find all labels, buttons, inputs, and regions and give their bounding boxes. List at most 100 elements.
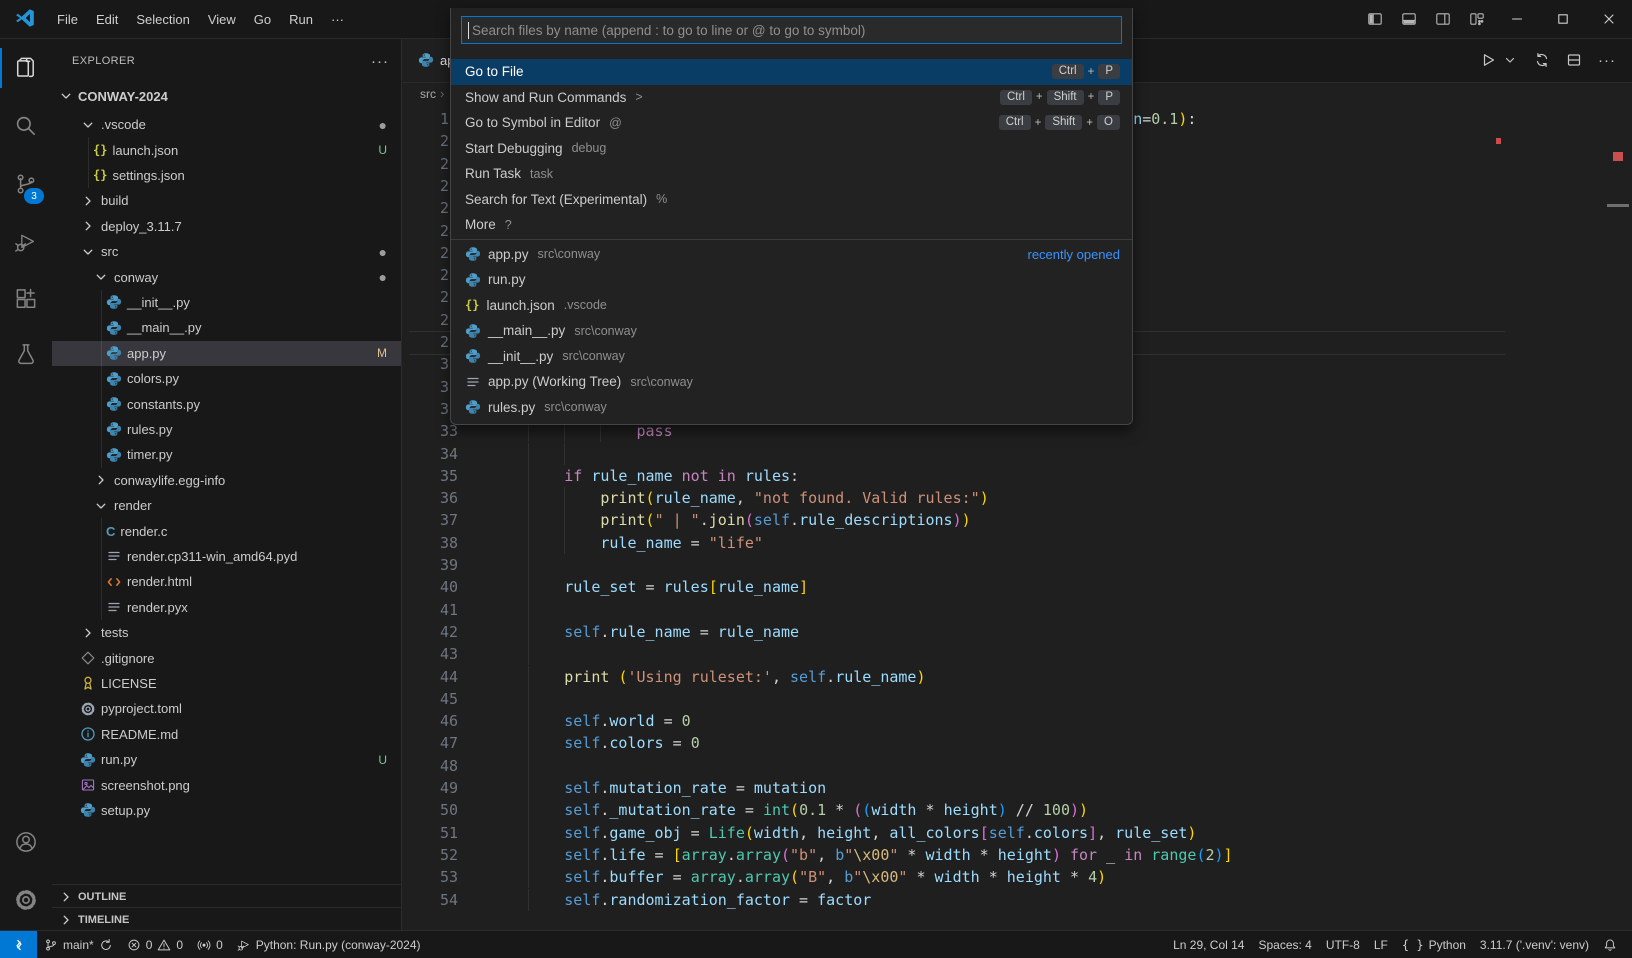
tree-item-constants-py[interactable]: constants.py xyxy=(52,391,401,416)
minimap[interactable] xyxy=(1505,38,1605,930)
statusbar-language-mode[interactable]: { }Python xyxy=(1395,931,1473,958)
activitybar-search[interactable] xyxy=(0,102,52,150)
menu-file[interactable]: File xyxy=(48,6,87,32)
tree-item-render-pyx[interactable]: render.pyx xyxy=(52,595,401,620)
code-line-44[interactable]: print ('Using ruleset:', self.rule_name) xyxy=(492,666,926,688)
palette-command-more[interactable]: More? xyxy=(451,212,1132,238)
tree-item-settings-json[interactable]: {}settings.json xyxy=(52,163,401,188)
code-line-38[interactable]: rule_name = "life" xyxy=(492,532,763,554)
statusbar-indentation[interactable]: Spaces: 4 xyxy=(1251,931,1318,958)
activitybar-source-control[interactable]: 3 xyxy=(0,160,52,208)
tree-item-src[interactable]: src● xyxy=(52,239,401,264)
tree-item-deploy-3-11-7[interactable]: deploy_3.11.7 xyxy=(52,214,401,239)
tree-item---main---py[interactable]: __main__.py xyxy=(52,315,401,340)
activitybar-settings[interactable] xyxy=(0,876,52,924)
explorer-more-actions-icon[interactable]: ··· xyxy=(371,53,389,70)
menu-view[interactable]: View xyxy=(199,6,245,32)
toggle-panel-icon[interactable] xyxy=(1392,0,1426,38)
tree-item-conwaylife-egg-info[interactable]: conwaylife.egg-info xyxy=(52,468,401,493)
code-line-49[interactable]: self.mutation_rate = mutation xyxy=(492,777,826,799)
toggle-secondary-sidebar-icon[interactable] xyxy=(1426,0,1460,38)
tree-item-render[interactable]: render xyxy=(52,493,401,518)
tree-item--vscode[interactable]: .vscode● xyxy=(52,112,401,137)
statusbar-debug-config-item[interactable]: Python: Run.py (conway-2024) xyxy=(230,931,428,958)
statusbar-remote-indicator[interactable] xyxy=(0,931,37,958)
run-icon[interactable] xyxy=(1480,52,1496,68)
code-line-47[interactable]: self.colors = 0 xyxy=(492,732,700,754)
statusbar-ports-item[interactable]: 0 xyxy=(190,931,230,958)
tree-item-render-cp311-win-amd64-pyd[interactable]: render.cp311-win_amd64.pyd xyxy=(52,544,401,569)
statusbar-problems-item[interactable]: 00 xyxy=(120,931,190,958)
palette-file-colors-py[interactable]: colors.pysrc\conway xyxy=(451,420,1132,425)
tree-item-run-py[interactable]: run.pyU xyxy=(52,747,401,772)
code-line-46[interactable]: self.world = 0 xyxy=(492,710,691,732)
quick-open-input[interactable] xyxy=(470,22,1115,39)
menu-edit[interactable]: Edit xyxy=(87,6,127,32)
statusbar-eol[interactable]: LF xyxy=(1367,931,1395,958)
statusbar-notifications[interactable] xyxy=(1596,931,1624,958)
tree-item-app-py[interactable]: app.pyM xyxy=(52,341,401,366)
code-line-42[interactable]: self.rule_name = rule_name xyxy=(492,621,799,643)
statusbar-encoding[interactable]: UTF-8 xyxy=(1319,931,1367,958)
customize-layout-icon[interactable] xyxy=(1460,0,1494,38)
palette-file-app-py[interactable]: app.pysrc\conwayrecently opened xyxy=(451,242,1132,268)
palette-command-start-debugging[interactable]: Start Debuggingdebug xyxy=(451,136,1132,162)
tree-item-readme-md[interactable]: README.md xyxy=(52,722,401,747)
activitybar-account[interactable] xyxy=(0,818,52,866)
tree-item-license[interactable]: LICENSE xyxy=(52,671,401,696)
activitybar-testing[interactable] xyxy=(0,330,52,378)
code-line-53[interactable]: self.buffer = array.array("B", b"\x00" *… xyxy=(492,866,1106,888)
code-line-36[interactable]: print(rule_name, "not found. Valid rules… xyxy=(492,487,989,509)
code-line-40[interactable]: rule_set = rules[rule_name] xyxy=(492,576,808,598)
overview-ruler[interactable] xyxy=(1605,38,1632,930)
code-line-52[interactable]: self.life = [array.array("b", b"\x00" * … xyxy=(492,844,1233,866)
activitybar-run-and-debug[interactable] xyxy=(0,218,52,266)
statusbar-cursor-position[interactable]: Ln 29, Col 14 xyxy=(1166,931,1251,958)
palette-file-rules-py[interactable]: rules.pysrc\conway xyxy=(451,395,1132,421)
window-close-button[interactable] xyxy=(1586,0,1632,38)
code-line-35[interactable]: if rule_name not in rules: xyxy=(492,465,799,487)
quick-open-input-box[interactable] xyxy=(461,16,1122,44)
breadcrumb-item-src[interactable]: src xyxy=(420,87,436,101)
tree-item--gitignore[interactable]: .gitignore xyxy=(52,645,401,670)
palette-file---main---py[interactable]: __main__.pysrc\conway xyxy=(451,318,1132,344)
tree-item-tests[interactable]: tests xyxy=(52,620,401,645)
menu-go[interactable]: Go xyxy=(245,6,280,32)
tree-item-conway[interactable]: conway● xyxy=(52,264,401,289)
palette-file---init---py[interactable]: __init__.pysrc\conway xyxy=(451,344,1132,370)
tree-item-screenshot-png[interactable]: screenshot.png xyxy=(52,772,401,797)
sidebar-panel-timeline[interactable]: TIMELINE xyxy=(52,907,401,931)
menu-run[interactable]: Run xyxy=(280,6,322,32)
tree-item-timer-py[interactable]: timer.py xyxy=(52,442,401,467)
workspace-root-row[interactable]: CONWAY-2024 xyxy=(52,84,401,108)
tree-item-build[interactable]: build xyxy=(52,188,401,213)
statusbar-branch-item[interactable]: main* xyxy=(37,931,120,958)
menu-[interactable]: ··· xyxy=(322,6,353,32)
toggle-primary-sidebar-icon[interactable] xyxy=(1358,0,1392,38)
tree-item-pyproject-toml[interactable]: pyproject.toml xyxy=(52,696,401,721)
code-line-50[interactable]: self._mutation_rate = int(0.1 * ((width … xyxy=(492,799,1088,821)
window-maximize-button[interactable] xyxy=(1540,0,1586,38)
palette-command-go-to-file[interactable]: Go to FileCtrl+P xyxy=(451,59,1132,85)
statusbar-python-interpreter[interactable]: 3.11.7 ('.venv': venv) xyxy=(1473,931,1596,958)
tree-item---init---py[interactable]: __init__.py xyxy=(52,290,401,315)
tree-item-launch-json[interactable]: {}launch.jsonU xyxy=(52,137,401,162)
palette-command-run-task[interactable]: Run Tasktask xyxy=(451,161,1132,187)
palette-file-launch-json[interactable]: {}launch.json.vscode xyxy=(451,293,1132,319)
palette-file-run-py[interactable]: run.py xyxy=(451,267,1132,293)
window-minimize-button[interactable] xyxy=(1494,0,1540,38)
activitybar-extensions[interactable] xyxy=(0,276,52,324)
palette-file-app-py--working-tree-[interactable]: app.py (Working Tree)src\conway xyxy=(451,369,1132,395)
tree-item-render-html[interactable]: render.html xyxy=(52,569,401,594)
tree-item-rules-py[interactable]: rules.py xyxy=(52,417,401,442)
tree-item-setup-py[interactable]: setup.py xyxy=(52,798,401,823)
palette-command-show-and-run-commands[interactable]: Show and Run Commands>Ctrl+Shift+P xyxy=(451,85,1132,111)
activitybar-explorer[interactable] xyxy=(0,44,52,92)
palette-command-search-for-text--experimental-[interactable]: Search for Text (Experimental)% xyxy=(451,187,1132,213)
palette-command-go-to-symbol-in-editor[interactable]: Go to Symbol in Editor@Ctrl+Shift+O xyxy=(451,110,1132,136)
tree-item-colors-py[interactable]: colors.py xyxy=(52,366,401,391)
sidebar-panel-outline[interactable]: OUTLINE xyxy=(52,884,401,908)
tree-item-render-c[interactable]: Crender.c xyxy=(52,518,401,543)
code-line-37[interactable]: print(" | ".join(self.rule_descriptions)… xyxy=(492,509,971,531)
menu-selection[interactable]: Selection xyxy=(127,6,198,32)
